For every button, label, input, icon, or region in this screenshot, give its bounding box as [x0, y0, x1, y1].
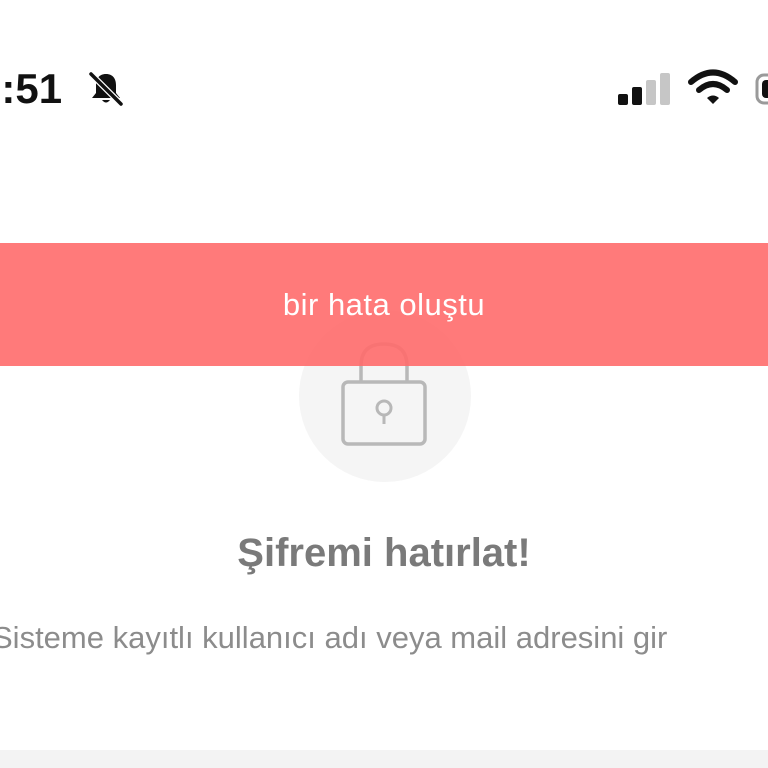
page-title: Şifremi hatırlat!: [237, 531, 531, 575]
error-message: bir hata oluştu: [282, 286, 486, 322]
status-bar: 0:51: [0, 55, 768, 123]
error-banner: bir hata oluştu: [0, 243, 768, 366]
cellular-signal-icon: [618, 73, 670, 105]
status-time: 0:51: [0, 65, 63, 112]
username-email-input[interactable]: [0, 750, 768, 768]
forgot-password-screen: 0:51 bir hata oluş: [0, 0, 768, 768]
bell-slash-icon: [88, 71, 124, 107]
battery-icon: [755, 73, 768, 105]
wifi-icon: [688, 69, 738, 104]
page-subtitle: Sisteme kayıtlı kullanıcı adı veya mail …: [0, 620, 668, 655]
